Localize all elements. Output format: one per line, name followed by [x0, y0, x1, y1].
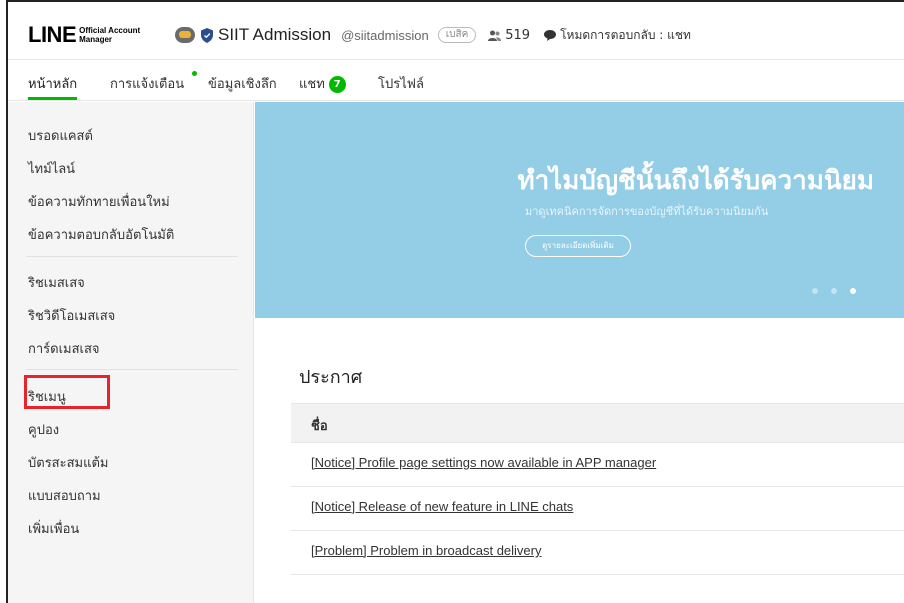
response-mode-label: โหมดการตอบกลับ : แชท — [560, 27, 691, 42]
main-tabs: หน้าหลัก การแจ้งเตือน ข้อมูลเชิงลึก แชท 7… — [8, 61, 904, 101]
top-header: LINE Official Account Manager SIIT Admis… — [8, 2, 904, 60]
announcement-link[interactable]: [Problem] Problem in broadcast delivery — [311, 543, 542, 558]
tab-chat[interactable]: แชท 7 — [299, 73, 346, 94]
table-row: [Notice] Profile page settings now avail… — [291, 443, 904, 487]
friends-icon — [488, 30, 502, 41]
pager-dot[interactable] — [812, 288, 818, 294]
account-avatar[interactable] — [175, 27, 195, 43]
logo-subtitle-line2: Manager — [79, 35, 113, 44]
sidebar-item-rich-message[interactable]: ริชเมสเสจ — [28, 272, 85, 293]
chat-unread-badge: 7 — [328, 76, 346, 93]
app-window: LINE Official Account Manager SIIT Admis… — [6, 0, 904, 603]
sidebar: บรอดแคสต์ ไทม์ไลน์ ข้อความทักทายเพื่อนให… — [8, 102, 254, 603]
tab-notifications[interactable]: การแจ้งเตือน — [110, 73, 184, 94]
sidebar-item-add-friends[interactable]: เพิ่มเพื่อน — [28, 518, 79, 539]
chat-bubble-icon — [544, 29, 557, 41]
column-header-name: ชื่อ — [311, 419, 328, 434]
sidebar-item-rich-video-message[interactable]: ริชวิดีโอเมสเสจ — [28, 305, 115, 326]
logo-subtitle-line1: Official Account — [79, 26, 141, 35]
announcement-link[interactable]: [Notice] Profile page settings now avail… — [311, 455, 656, 470]
tab-profile[interactable]: โปรไฟล์ — [378, 73, 424, 94]
announcement-link[interactable]: [Notice] Release of new feature in LINE … — [311, 499, 573, 514]
sidebar-item-greeting-message[interactable]: ข้อความทักทายเพื่อนใหม่ — [28, 191, 170, 212]
friends-count[interactable]: 519 — [488, 28, 530, 43]
sidebar-item-reward-card[interactable]: บัตรสะสมแต้ม — [28, 452, 109, 473]
account-id: @siitadmission — [341, 27, 429, 43]
banner-subtitle: มาดูเทคนิคการจัดการของบัญชีที่ได้รับความ… — [525, 205, 769, 218]
response-mode[interactable]: โหมดการตอบกลับ : แชท — [544, 26, 691, 45]
logo-wordmark: LINE — [28, 22, 77, 47]
plan-badge: เบสิค — [437, 27, 477, 43]
sidebar-item-survey[interactable]: แบบสอบถาม — [28, 485, 101, 506]
line-oa-logo[interactable]: LINE Official Account Manager — [28, 22, 140, 48]
announcements-table-header: ชื่อ — [291, 403, 904, 443]
sidebar-divider — [26, 256, 238, 257]
sidebar-divider — [26, 369, 238, 370]
sidebar-item-auto-reply[interactable]: ข้อความตอบกลับอัตโนมัติ — [28, 224, 174, 245]
sidebar-item-coupon[interactable]: คูปอง — [28, 419, 59, 440]
table-row: [Problem] Problem in broadcast delivery — [291, 531, 904, 575]
pager-dot[interactable] — [831, 288, 837, 294]
account-info: SIIT Admission @siitadmission เบสิค 519 … — [175, 25, 691, 45]
notification-dot — [192, 71, 197, 76]
banner-title: ทำไมบัญชีนั้นถึงได้รับความนิยม — [517, 166, 874, 196]
sidebar-item-timeline[interactable]: ไทม์ไลน์ — [28, 158, 75, 179]
verified-shield-icon — [201, 27, 213, 43]
highlight-box — [24, 375, 110, 409]
table-row: [Notice] Release of new feature in LINE … — [291, 487, 904, 531]
sidebar-item-broadcast[interactable]: บรอดแคสต์ — [28, 125, 93, 146]
banner-details-button[interactable]: ดูรายละเอียดเพิ่มเติม — [525, 235, 631, 257]
sidebar-item-card-message[interactable]: การ์ดเมสเสจ — [28, 338, 100, 359]
banner-pager — [799, 288, 856, 294]
announcements-title: ประกาศ — [299, 367, 363, 388]
tab-chat-label: แชท — [299, 77, 325, 92]
tab-insights[interactable]: ข้อมูลเชิงลึก — [208, 73, 277, 94]
friends-count-value: 519 — [505, 27, 531, 43]
promo-banner[interactable]: ทำไมบัญชีนั้นถึงได้รับความนิยม มาดูเทคนิ… — [255, 102, 904, 318]
pager-dot-active[interactable] — [850, 288, 856, 294]
tab-home[interactable]: หน้าหลัก — [28, 73, 78, 100]
account-name[interactable]: SIIT Admission — [218, 25, 331, 45]
logo-subtitle: Official Account Manager — [79, 26, 140, 44]
